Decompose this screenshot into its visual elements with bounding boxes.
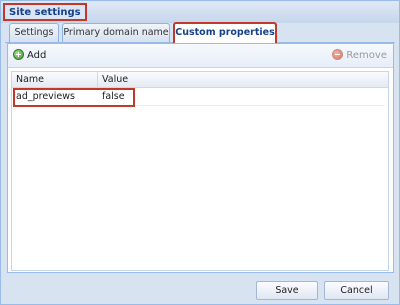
grid-header: Name Value — [12, 72, 388, 88]
tab-primary-domain-name[interactable]: Primary domain name — [62, 23, 170, 42]
dialog-footer: Save Cancel — [1, 275, 399, 305]
remove-label: Remove — [346, 50, 387, 61]
remove-button[interactable]: Remove — [332, 48, 387, 64]
table-row[interactable]: ad_previews false — [13, 88, 385, 107]
tab-custom-properties[interactable]: Custom properties — [173, 22, 277, 43]
column-header-name[interactable]: Name — [12, 72, 98, 88]
toolbar: Add Remove — [8, 44, 393, 68]
remove-icon — [332, 49, 344, 60]
cancel-button[interactable]: Cancel — [324, 281, 389, 300]
tab-settings[interactable]: Settings — [9, 23, 59, 42]
tab-strip: Settings Primary domain name Custom prop… — [5, 22, 395, 43]
site-settings-dialog: Site settings Settings Primary domain na… — [0, 0, 400, 305]
add-button[interactable]: Add — [13, 48, 46, 64]
add-label: Add — [27, 50, 47, 61]
add-icon — [13, 49, 24, 60]
row-highlight-box — [13, 88, 135, 107]
title-bar[interactable]: Site settings — [1, 1, 399, 23]
column-header-value[interactable]: Value — [98, 72, 388, 88]
properties-grid: Name Value ad_previews false — [11, 71, 389, 271]
dialog-title: Site settings — [3, 3, 87, 21]
custom-properties-panel: Add Remove Name Value ad_previews false — [7, 43, 394, 273]
save-button[interactable]: Save — [256, 281, 318, 300]
